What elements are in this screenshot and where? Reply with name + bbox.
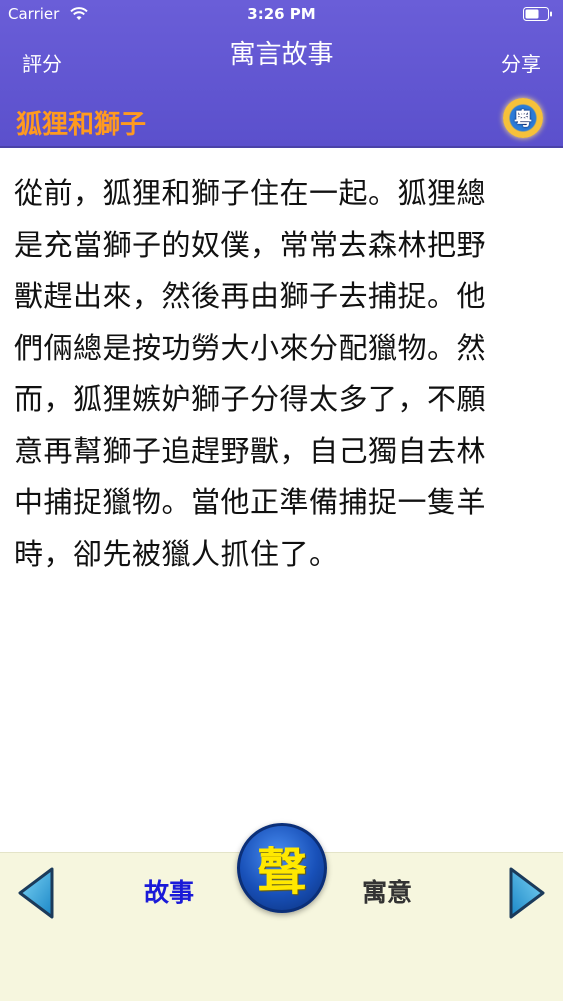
status-time: 3:26 PM bbox=[247, 5, 316, 23]
status-bar: Carrier 3:26 PM bbox=[0, 0, 563, 30]
lang-badge-label: 粵 bbox=[514, 109, 532, 130]
header: Carrier 3:26 PM 評分 寓言故事 分享 狐狸和獅子 粵 bbox=[0, 0, 563, 148]
story-line: 中捕捉獵物。當他正準備捕捉一隻羊 bbox=[14, 485, 487, 519]
story-line: 而，狐狸嫉妒獅子分得太多了，不願 bbox=[14, 382, 487, 416]
tab-story[interactable]: 故事 bbox=[144, 873, 194, 909]
cantonese-language-button[interactable]: 粵 bbox=[503, 98, 543, 138]
page-title: 寓言故事 bbox=[229, 40, 334, 70]
story-line: 意再幫獅子追趕野獸，自己獨自去林 bbox=[14, 433, 487, 468]
battery-icon bbox=[523, 7, 552, 21]
arrow-left-icon[interactable] bbox=[16, 865, 56, 921]
share-button[interactable]: 分享 bbox=[501, 48, 541, 77]
sound-button[interactable]: 聲 bbox=[237, 823, 327, 913]
bottom-bar: 故事 聲 寓意 bbox=[0, 823, 563, 1001]
story-title: 狐狸和獅子 bbox=[16, 110, 147, 140]
story-line: 時，卻先被獵人抓住了。 bbox=[14, 536, 339, 571]
story-line: 們倆總是按功勞大小來分配獵物。然 bbox=[14, 330, 487, 365]
story-title-bar: 狐狸和獅子 粵 bbox=[0, 94, 563, 146]
story-text: 從前，狐狸和獅子住在一起。狐狸總 是充當獅子的奴僕，常常去森林把野 獸趕出來，然… bbox=[14, 168, 549, 580]
story-line: 獸趕出來，然後再由獅子去捕捉。他 bbox=[14, 279, 487, 313]
story-line: 是充當獅子的奴僕，常常去森林把野 bbox=[14, 227, 487, 262]
tab-moral[interactable]: 寓意 bbox=[362, 873, 412, 909]
story-line: 從前，狐狸和獅子住在一起。狐狸總 bbox=[14, 176, 487, 210]
arrow-right-icon[interactable] bbox=[507, 865, 547, 921]
sound-button-label: 聲 bbox=[257, 842, 307, 901]
nav-bar: 評分 寓言故事 分享 bbox=[0, 30, 563, 94]
